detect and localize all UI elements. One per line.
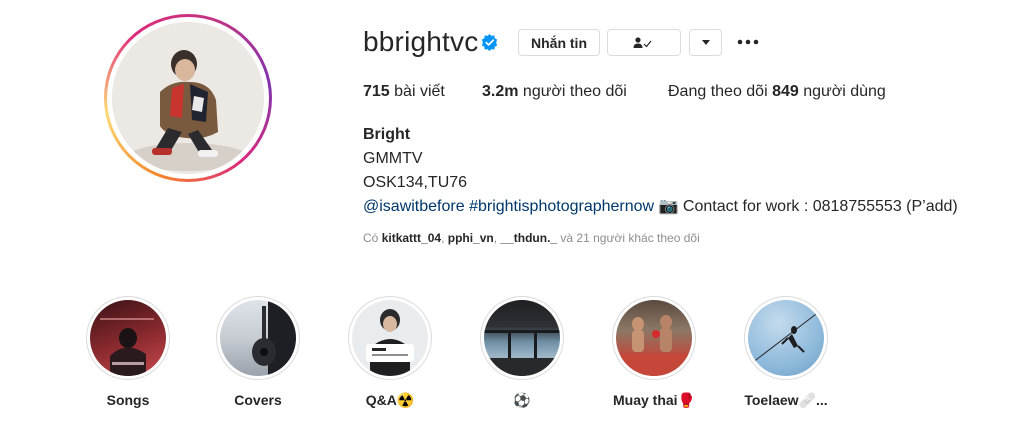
highlight-ring (612, 296, 696, 380)
followed-by-suffix: và 21 người khác theo dõi (557, 231, 700, 245)
followers-count: 3.2m (482, 83, 519, 100)
followed-by-user-2: pphi_vn (447, 231, 494, 245)
profile-photo-illustration (112, 22, 264, 174)
highlight-cover-muay-thai (616, 300, 692, 376)
bio-contact: Contact for work : 0818755553 (P’add) (678, 198, 958, 215)
highlight-cover-art (484, 330, 560, 376)
followed-by-user-3: __thdun._ (500, 231, 558, 245)
highlight-covers[interactable]: Covers (208, 296, 308, 408)
bio-full-name: Bright (363, 126, 411, 143)
avatar-inner (107, 17, 269, 179)
highlight-songs[interactable]: Songs (78, 296, 178, 408)
highlight-label: Toelaew🩹... (744, 392, 828, 408)
camera-emoji: 📷 (658, 198, 679, 215)
mention-link[interactable]: @isawitbefore (363, 198, 465, 215)
highlight-label: Covers (234, 392, 282, 408)
posts-label: bài viết (389, 83, 445, 100)
posts-stat: 715 bài viết (363, 83, 482, 101)
person-check-icon (633, 36, 652, 48)
bio-line-2: OSK134,TU76 (363, 174, 468, 191)
profile-bio: Bright GMMTV OSK134,TU76 @isawitbefore #… (363, 123, 958, 219)
more-horizontal-icon[interactable] (737, 37, 759, 47)
profile-stats: 715 bài viết 3.2m người theo dõi Đang th… (363, 83, 886, 101)
bio-line-1: GMMTV (363, 150, 423, 167)
following-prefix: Đang theo dõi (668, 83, 773, 100)
followers-stat[interactable]: 3.2m người theo dõi (482, 83, 668, 101)
profile-avatar[interactable] (112, 22, 264, 174)
highlight-cover-art (616, 315, 692, 376)
verified-badge-icon (481, 33, 498, 52)
highlight-label: ⚽ (513, 392, 531, 408)
followed-by-text[interactable]: Có kitkattt_04, pphi_vn, __thdun._ và 21… (363, 231, 700, 245)
highlight-cover-art (748, 307, 824, 367)
highlight-muay-thai[interactable]: Muay thai🥊 (604, 296, 704, 409)
highlight-label: Muay thai🥊 (613, 392, 695, 408)
highlight-cover-art (100, 318, 154, 376)
highlight-ring (480, 296, 564, 380)
posts-count: 715 (363, 83, 390, 100)
highlight-ring (744, 296, 828, 380)
highlight-cover-art (252, 300, 296, 376)
hashtag-link[interactable]: #brightisphotographernow (469, 198, 654, 215)
highlight-cover-songs (90, 300, 166, 376)
followers-label: người theo dõi (518, 83, 627, 100)
following-button[interactable] (607, 29, 681, 56)
highlight-label: Q&A☢️ (365, 392, 415, 408)
suggested-dropdown-button[interactable] (689, 29, 722, 56)
highlight-toelaew[interactable]: Toelaew🩹... (736, 296, 836, 409)
following-count: 849 (772, 83, 799, 100)
highlight-qa[interactable]: Q&A☢️ (340, 296, 440, 409)
followed-by-prefix: Có (363, 231, 382, 245)
profile-username: bbrightvc (363, 26, 479, 57)
highlight-cover-toelaew (748, 300, 824, 376)
highlight-ring (86, 296, 170, 380)
story-highlights: Songs Covers Q&A☢️ ⚽ Muay thai🥊 Toelaew🩹… (0, 296, 1009, 416)
highlight-football[interactable]: ⚽ (472, 296, 572, 409)
highlight-cover-qa (352, 300, 428, 376)
bio-line-3: @isawitbefore #brightisphotographernow 📷… (363, 195, 958, 219)
followed-by-user-1: kitkattt_04 (381, 231, 442, 245)
profile-avatar-ring[interactable] (104, 14, 272, 182)
highlight-cover-football (484, 300, 560, 376)
caret-down-icon (701, 39, 710, 45)
highlight-cover-covers (220, 300, 296, 376)
highlight-ring (348, 296, 432, 380)
highlight-cover-art (366, 309, 414, 376)
following-suffix: người dùng (798, 83, 886, 100)
followed-by-sep-1: , (441, 231, 448, 245)
following-stat[interactable]: Đang theo dõi 849 người dùng (668, 83, 886, 101)
message-button[interactable]: Nhắn tin (518, 29, 600, 56)
highlight-ring (216, 296, 300, 380)
highlight-label: Songs (106, 392, 150, 408)
